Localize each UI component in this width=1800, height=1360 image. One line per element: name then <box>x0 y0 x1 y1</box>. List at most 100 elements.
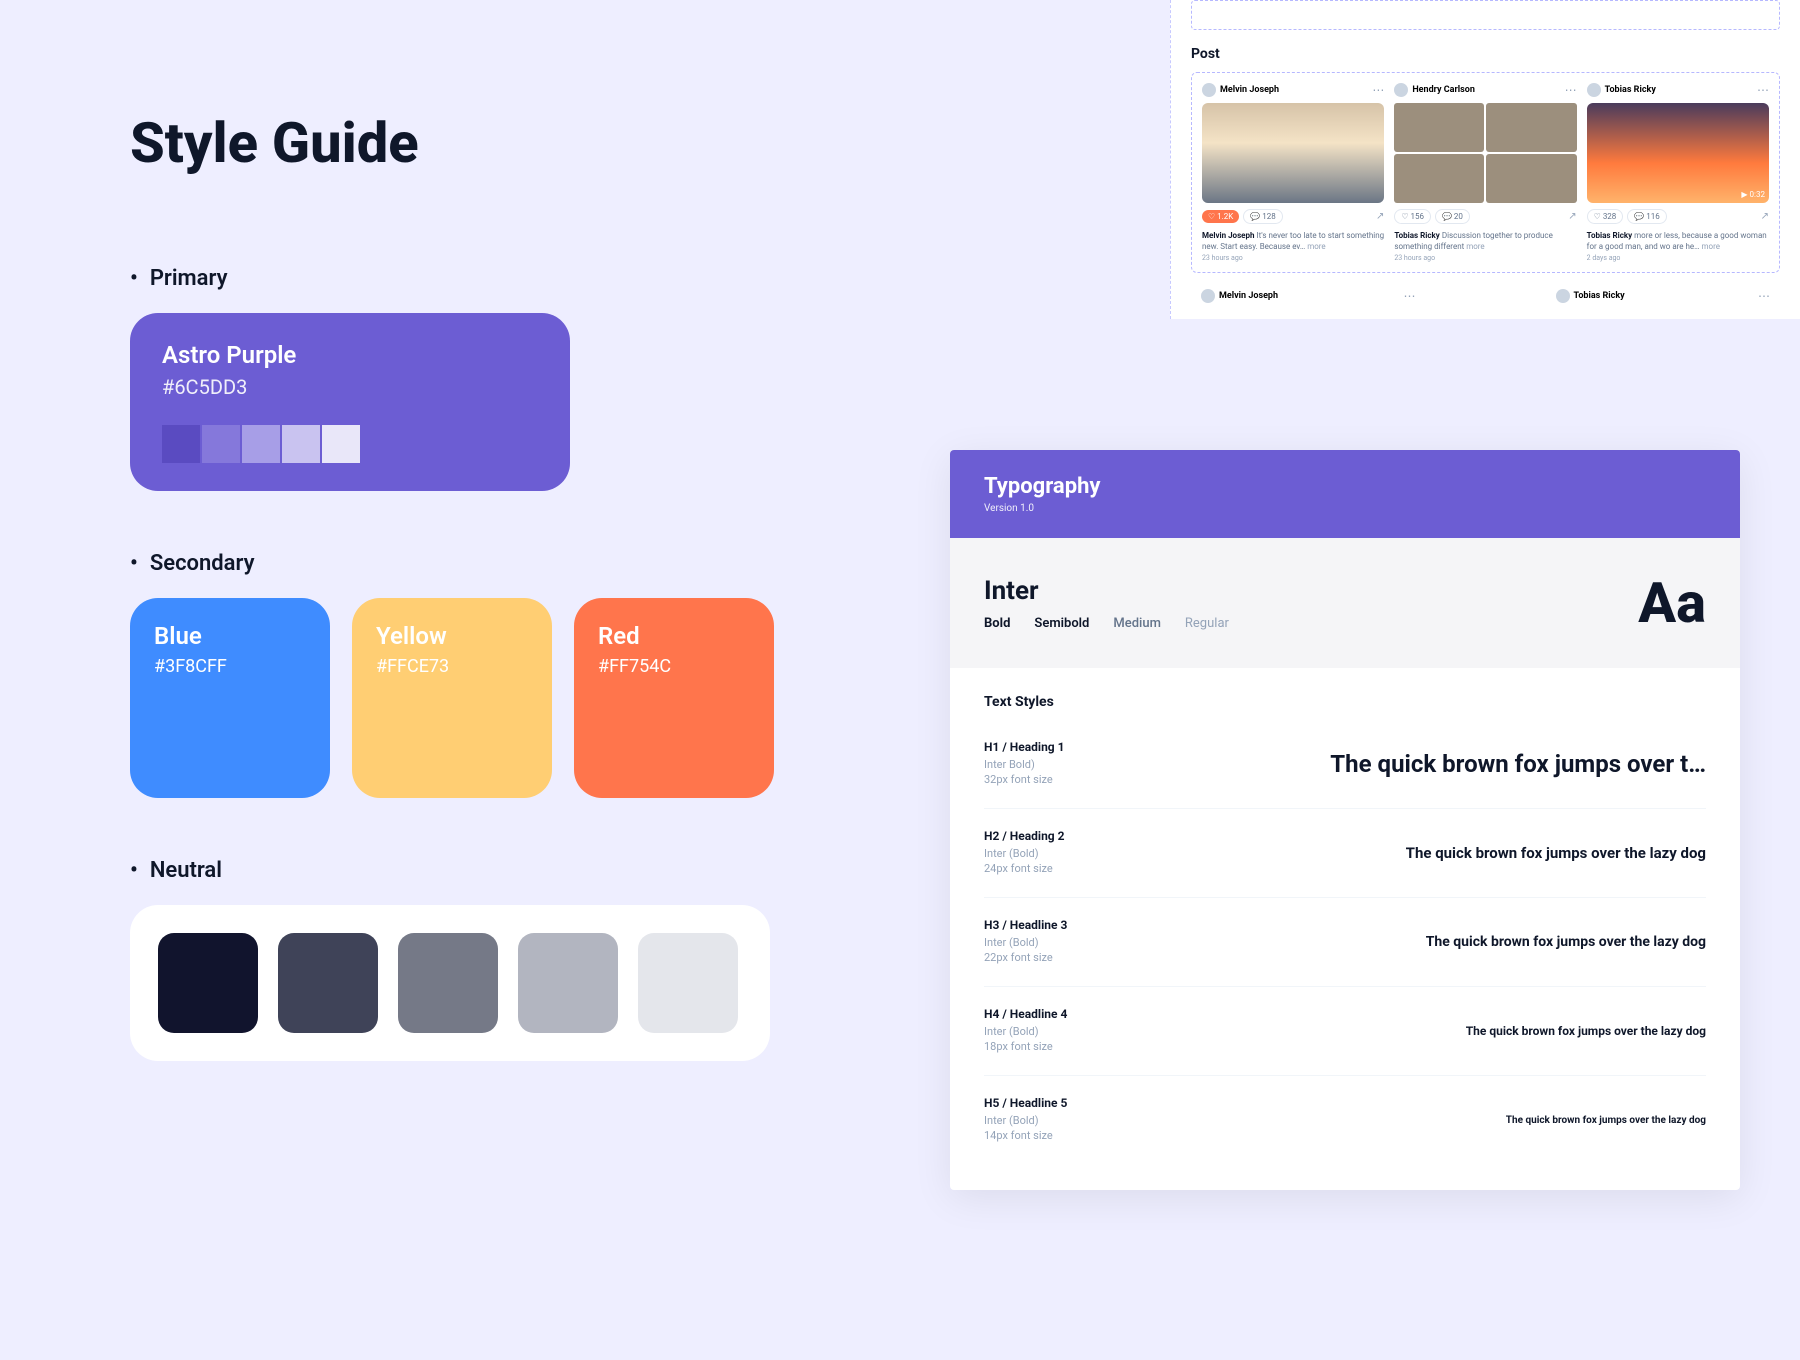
post-username: Tobias Ricky <box>1574 291 1755 301</box>
neutral-swatch <box>398 933 498 1033</box>
like-button[interactable]: ♡ 328 <box>1587 209 1624 224</box>
text-style-row: H5 / Headline 5 Inter (Bold) 14px font s… <box>984 1076 1706 1164</box>
primary-color-card: Astro Purple #6C5DD3 <box>130 313 570 491</box>
post-image[interactable] <box>1587 103 1769 203</box>
secondary-color-name: Blue <box>154 622 306 650</box>
post-username: Melvin Joseph <box>1219 291 1400 301</box>
style-font: Inter (Bold) <box>984 936 1067 949</box>
style-font: Inter Bold) <box>984 758 1065 771</box>
post-username: Hendry Carlson <box>1412 85 1560 95</box>
comment-button[interactable]: 💬 20 <box>1435 209 1470 224</box>
style-sample: The quick brown fox jumps over the lazy … <box>1406 844 1706 862</box>
secondary-color-card: Red #FF754C <box>574 598 774 798</box>
secondary-color-name: Yellow <box>376 622 528 650</box>
post-card: Tobias Ricky ⋯ ♡ 328 💬 116 ↗ Tobias Ricky… <box>1587 83 1769 262</box>
secondary-color-hex: #3F8CFF <box>154 656 306 677</box>
primary-tint-swatch <box>162 425 200 463</box>
style-sample: The quick brown fox jumps over t… <box>1330 750 1706 778</box>
post-card: Hendry Carlson ⋯ ♡ 156 💬 20 ↗ Tobias Rick… <box>1394 83 1576 262</box>
like-button[interactable]: ♡ 156 <box>1394 209 1431 224</box>
neutral-swatch <box>638 933 738 1033</box>
comment-button[interactable]: 💬 128 <box>1243 209 1282 224</box>
share-icon[interactable]: ↗ <box>1376 211 1384 222</box>
secondary-color-name: Red <box>598 622 750 650</box>
more-icon[interactable]: ⋯ <box>1372 87 1384 93</box>
post-time: 2 days ago <box>1587 254 1769 262</box>
primary-tints <box>162 425 538 463</box>
text-style-row: H2 / Heading 2 Inter (Bold) 24px font si… <box>984 809 1706 898</box>
style-size: 14px font size <box>984 1129 1067 1142</box>
neutral-swatch <box>158 933 258 1033</box>
neutral-swatch <box>278 933 378 1033</box>
page-title: Style Guide <box>130 110 780 176</box>
typography-header: Typography Version 1.0 <box>950 450 1740 538</box>
avatar <box>1202 83 1216 97</box>
dashed-placeholder <box>1191 0 1780 30</box>
text-style-row: H1 / Heading 1 Inter Bold) 32px font siz… <box>984 720 1706 809</box>
style-sample: The quick brown fox jumps over the lazy … <box>1466 1024 1706 1038</box>
avatar <box>1201 289 1215 303</box>
style-name: H3 / Headline 3 <box>984 918 1067 932</box>
style-size: 22px font size <box>984 951 1067 964</box>
secondary-color-card: Blue #3F8CFF <box>130 598 330 798</box>
text-styles-label: Text Styles <box>984 694 1706 710</box>
more-icon[interactable]: ⋯ <box>1758 293 1770 299</box>
post-header: Melvin Joseph ⋯ <box>1201 289 1416 303</box>
font-name: Inter <box>984 576 1229 606</box>
weight-medium: Medium <box>1113 616 1161 631</box>
comment-button[interactable]: 💬 116 <box>1627 209 1666 224</box>
weight-semibold: Semibold <box>1034 616 1089 631</box>
neutral-swatch <box>518 933 618 1033</box>
post-caption: Melvin Joseph It's never too late to sta… <box>1202 230 1384 252</box>
posts-grid: Melvin Joseph ⋯ ♡ 1.2K 💬 128 ↗ Melvin Jos… <box>1191 72 1780 273</box>
post-time: 23 hours ago <box>1394 254 1576 262</box>
weight-regular: Regular <box>1185 616 1229 631</box>
primary-color-name: Astro Purple <box>162 341 538 369</box>
post-image[interactable] <box>1202 103 1384 203</box>
typography-title: Typography <box>984 474 1706 499</box>
style-name: H2 / Heading 2 <box>984 829 1065 843</box>
secondary-color-hex: #FF754C <box>598 656 750 677</box>
style-name: H5 / Headline 5 <box>984 1096 1067 1110</box>
posts-secondary-row: Melvin Joseph⋯Tobias Ricky⋯ <box>1191 279 1780 319</box>
section-secondary-label: Secondary <box>130 551 780 576</box>
style-guide-panel: Style Guide Primary Astro Purple #6C5DD3… <box>130 110 780 1061</box>
avatar <box>1556 289 1570 303</box>
primary-tint-swatch <box>242 425 280 463</box>
style-size: 18px font size <box>984 1040 1067 1053</box>
post-username: Tobias Ricky <box>1605 85 1753 95</box>
post-caption: Tobias Ricky Discussion together to prod… <box>1394 230 1576 252</box>
text-styles-section: Text Styles H1 / Heading 1 Inter Bold) 3… <box>950 668 1740 1190</box>
share-icon[interactable]: ↗ <box>1761 211 1769 222</box>
primary-color-hex: #6C5DD3 <box>162 375 538 399</box>
avatar <box>1394 83 1408 97</box>
post-image[interactable] <box>1394 103 1576 203</box>
post-caption: Tobias Ricky more or less, because a goo… <box>1587 230 1769 252</box>
style-name: H4 / Headline 4 <box>984 1007 1067 1021</box>
more-icon[interactable]: ⋯ <box>1757 87 1769 93</box>
style-sample: The quick brown fox jumps over the lazy … <box>1506 1115 1706 1126</box>
text-style-row: H4 / Headline 4 Inter (Bold) 18px font s… <box>984 987 1706 1076</box>
font-sample-aa: Aa <box>1638 570 1706 636</box>
post-username: Melvin Joseph <box>1220 85 1368 95</box>
typography-version: Version 1.0 <box>984 503 1706 514</box>
weight-bold: Bold <box>984 616 1010 631</box>
more-icon[interactable]: ⋯ <box>1565 87 1577 93</box>
avatar <box>1587 83 1601 97</box>
style-name: H1 / Heading 1 <box>984 740 1065 754</box>
secondary-color-card: Yellow #FFCE73 <box>352 598 552 798</box>
style-font: Inter (Bold) <box>984 1025 1067 1038</box>
like-button[interactable]: ♡ 1.2K <box>1202 210 1239 223</box>
style-font: Inter (Bold) <box>984 847 1065 860</box>
font-weights-row: Bold Semibold Medium Regular <box>984 616 1229 631</box>
post-card: Melvin Joseph ⋯ ♡ 1.2K 💬 128 ↗ Melvin Jos… <box>1202 83 1384 262</box>
more-icon[interactable]: ⋯ <box>1404 293 1416 299</box>
style-size: 32px font size <box>984 773 1065 786</box>
share-icon[interactable]: ↗ <box>1568 211 1576 222</box>
neutral-swatches <box>130 905 770 1061</box>
secondary-color-hex: #FFCE73 <box>376 656 528 677</box>
typography-panel: Typography Version 1.0 Inter Bold Semibo… <box>950 450 1740 1190</box>
text-style-row: H3 / Headline 3 Inter (Bold) 22px font s… <box>984 898 1706 987</box>
font-section: Inter Bold Semibold Medium Regular Aa <box>950 538 1740 668</box>
post-time: 23 hours ago <box>1202 254 1384 262</box>
